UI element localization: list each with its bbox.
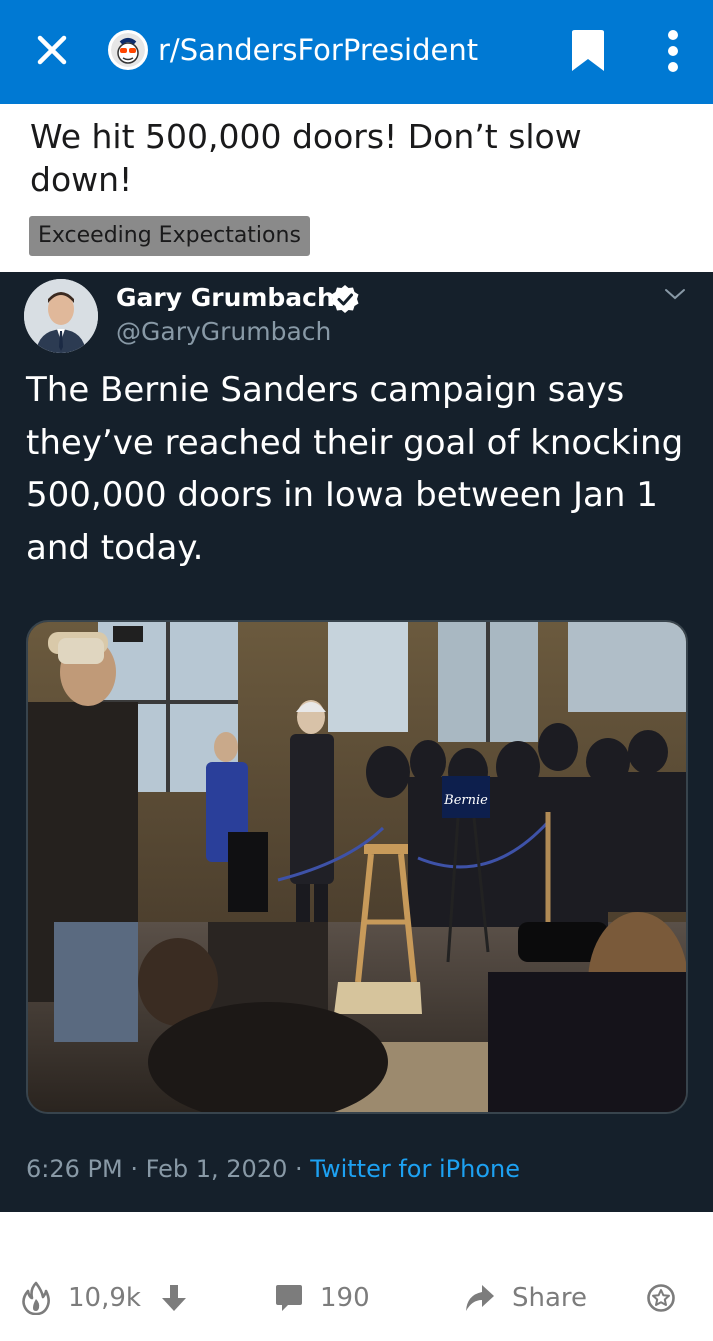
tweet-author-handle[interactable]: @GaryGrumbach — [116, 316, 331, 348]
meta-separator: · — [295, 1155, 303, 1183]
share-button[interactable] — [464, 1278, 496, 1318]
campaign-event-photo: Bernie — [28, 622, 686, 1112]
subreddit-name[interactable]: r/SandersForPresident — [158, 30, 478, 70]
flame-upvote-icon — [22, 1281, 50, 1315]
post-title: We hit 500,000 doors! Don’t slow down! — [30, 117, 582, 199]
downvote-arrow-icon — [162, 1285, 186, 1311]
subreddit-avatar[interactable] — [108, 30, 148, 70]
meta-separator: · — [130, 1155, 138, 1183]
tweet-date[interactable]: Feb 1, 2020 — [146, 1155, 288, 1183]
author-photo-icon — [24, 279, 98, 353]
downvote-button[interactable] — [160, 1278, 188, 1318]
share-arrow-icon — [466, 1285, 494, 1311]
tweet-author-avatar[interactable] — [24, 279, 98, 353]
tweet-time: 6:26 PM — [26, 1155, 123, 1183]
comment-bubble-icon — [276, 1285, 302, 1311]
more-vertical-icon — [668, 30, 678, 72]
award-icon — [647, 1284, 675, 1312]
tweet-source-link[interactable]: Twitter for iPhone — [310, 1155, 520, 1183]
bernie-sign-text: Bernie — [443, 793, 488, 808]
close-icon — [37, 35, 67, 65]
close-button[interactable] — [30, 28, 74, 72]
tweet-photo[interactable]: Bernie — [26, 620, 688, 1114]
chevron-down-icon[interactable] — [660, 284, 690, 304]
upvote-button[interactable] — [22, 1278, 50, 1318]
comments-button[interactable] — [274, 1278, 304, 1318]
vote-count: 10,9k — [68, 1283, 141, 1313]
share-label[interactable]: Share — [512, 1278, 587, 1318]
top-app-bar: r/SandersForPresident — [0, 0, 713, 104]
bookmark-button[interactable] — [568, 28, 608, 74]
verified-badge-icon — [331, 285, 359, 313]
subreddit-snoo-icon — [111, 33, 145, 67]
post-flair[interactable]: Exceeding Expectations — [29, 216, 310, 256]
tweet-text: The Bernie Sanders campaign says they’ve… — [26, 370, 684, 568]
embedded-tweet[interactable]: Gary Grumbach @GaryGrumbach The Bernie S… — [0, 272, 713, 1212]
bookmark-icon — [572, 30, 604, 71]
post-action-bar: 10,9k 190 Share — [0, 1260, 713, 1336]
award-button[interactable] — [646, 1278, 676, 1318]
tweet-author-name[interactable]: Gary Grumbach — [116, 282, 335, 314]
more-options-button[interactable] — [660, 26, 686, 76]
tweet-meta: 6:26 PM · Feb 1, 2020 · Twitter for iPho… — [26, 1152, 520, 1186]
comment-count[interactable]: 190 — [320, 1278, 370, 1318]
